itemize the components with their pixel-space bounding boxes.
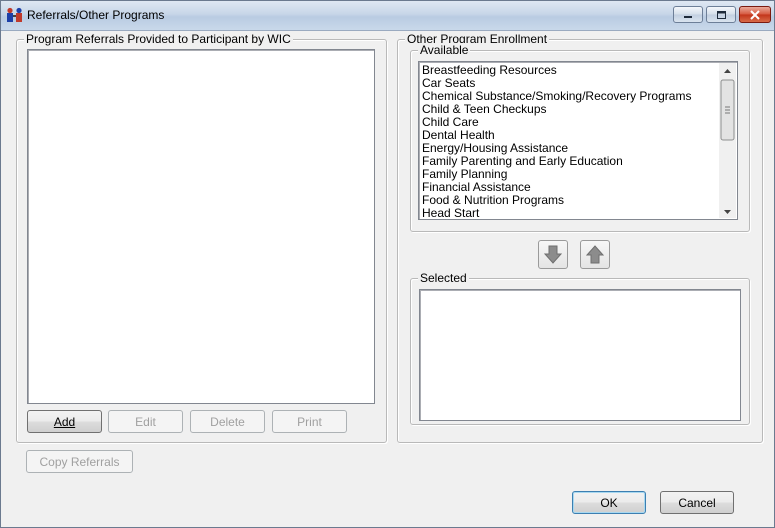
referrals-list[interactable]	[27, 49, 375, 404]
people-icon	[7, 7, 22, 22]
available-group: Available Breastfeeding Resources Car Sea…	[410, 43, 750, 232]
scrollbar-graphic	[720, 69, 735, 214]
move-up-button[interactable]	[580, 240, 610, 269]
cancel-button[interactable]: Cancel	[660, 491, 734, 514]
referrals-window: Referrals/Other Programs Program Referra…	[0, 0, 775, 528]
referrals-group: Program Referrals Provided to Participan…	[16, 32, 387, 443]
available-items: Breastfeeding Resources Car Seats Chemical…	[422, 64, 719, 220]
window-title: Referrals/Other Programs	[27, 8, 165, 22]
ok-button-label: OK	[600, 495, 618, 510]
available-scrollbar[interactable]	[719, 63, 736, 218]
referrals-group-label: Program Referrals Provided to Participan…	[24, 32, 293, 46]
arrow-up-icon	[585, 245, 605, 264]
ok-button[interactable]: OK	[572, 491, 646, 514]
delete-button-label: Delete	[210, 414, 245, 429]
available-label: Available	[418, 43, 471, 57]
print-button-label: Print	[297, 414, 322, 429]
maximize-icon	[707, 7, 735, 22]
available-list-item[interactable]: Head Start	[422, 207, 719, 220]
close-button[interactable]	[739, 6, 771, 23]
add-button-label: Add	[53, 414, 76, 429]
selected-group: Selected	[410, 271, 750, 425]
copy-referrals-button[interactable]: Copy Referrals	[26, 450, 133, 473]
edit-button[interactable]: Edit	[108, 410, 183, 433]
available-list[interactable]: Breastfeeding Resources Car Seats Chemical…	[418, 61, 738, 220]
selected-label: Selected	[418, 271, 469, 285]
edit-button-label: Edit	[135, 414, 156, 429]
cancel-button-label: Cancel	[678, 495, 716, 510]
arrow-down-icon	[543, 245, 563, 264]
close-icon	[740, 7, 770, 22]
delete-button[interactable]: Delete	[190, 410, 265, 433]
selected-list[interactable]	[419, 289, 741, 421]
print-button[interactable]: Print	[272, 410, 347, 433]
title-bar[interactable]: Referrals/Other Programs	[1, 1, 774, 31]
minimize-icon	[674, 7, 702, 22]
enrollment-group: Other Program Enrollment Available Breas…	[397, 32, 763, 443]
maximize-button[interactable]	[706, 6, 736, 23]
minimize-button[interactable]	[673, 6, 703, 23]
move-down-button[interactable]	[538, 240, 568, 269]
copy-referrals-label: Copy Referrals	[39, 454, 120, 469]
add-button[interactable]: Add	[27, 410, 102, 433]
